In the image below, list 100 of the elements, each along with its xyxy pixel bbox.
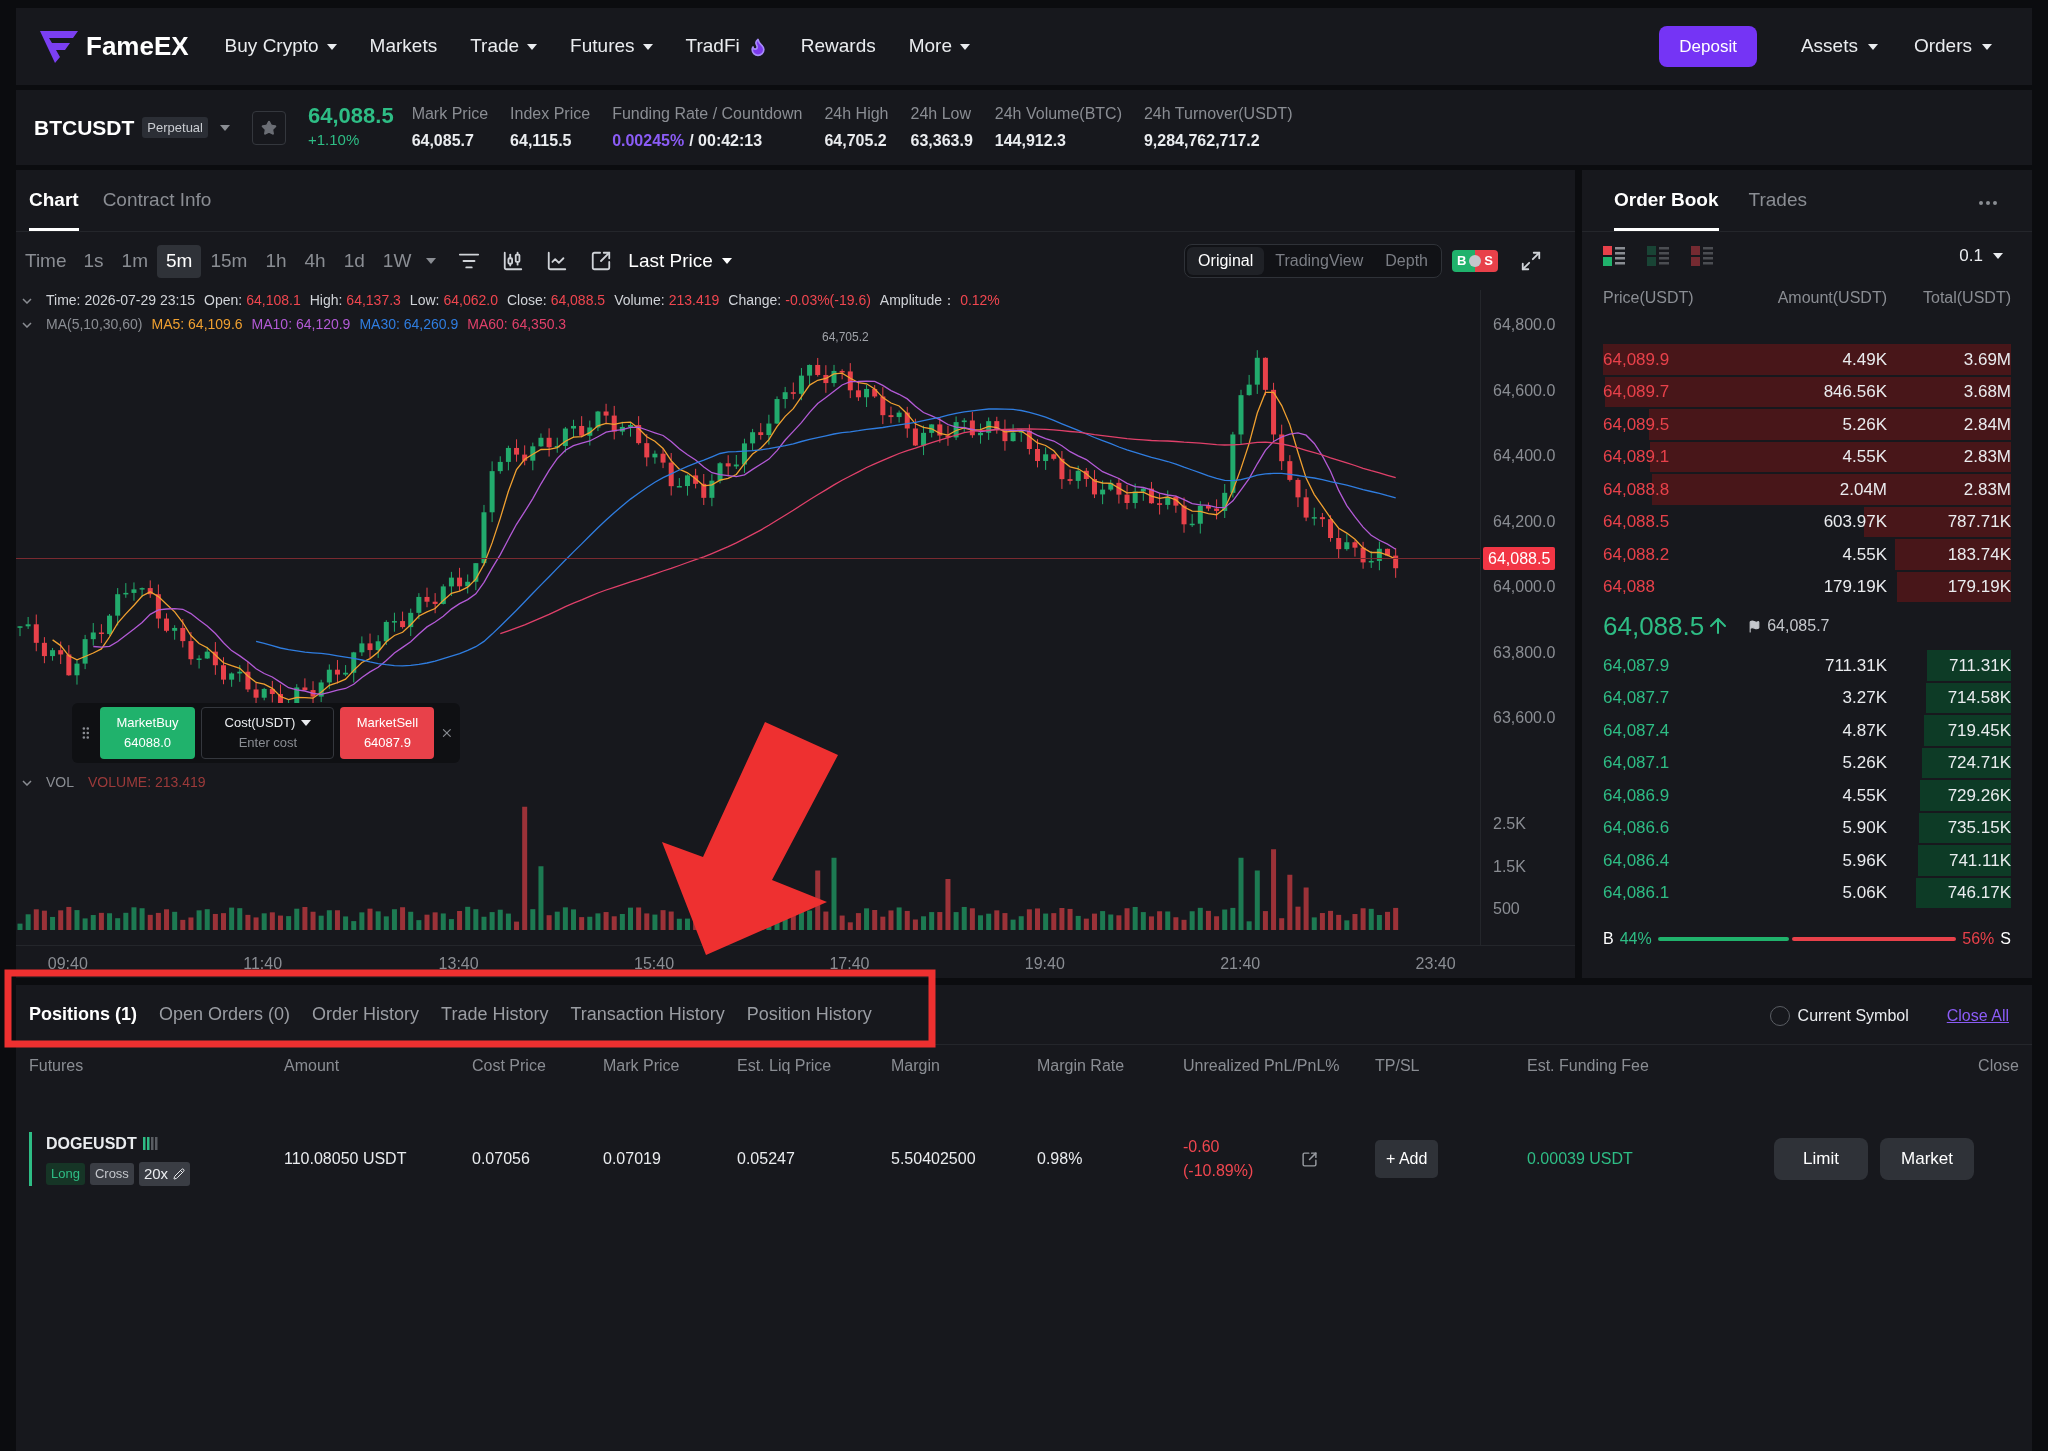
market-sell-button[interactable]: MarketSell 64087.9 <box>340 707 435 759</box>
candle-info-value: -0.03%(-19.6) <box>785 291 871 310</box>
interval-tab[interactable]: 1W <box>373 244 421 278</box>
ask-order-row[interactable]: 64,088 179.19K 179.19K <box>1603 570 2011 603</box>
ask-order-row[interactable]: 64,089.5 5.26K 2.84M <box>1603 408 2011 441</box>
order-price: 64,087.7 <box>1603 687 1671 709</box>
positions-tab[interactable]: Positions (1) <box>29 1001 137 1044</box>
nav-item[interactable]: Trade <box>470 32 538 61</box>
positions-tab[interactable]: Order History <box>312 1001 420 1044</box>
bid-order-row[interactable]: 64,086.9 4.55K 729.26K <box>1603 779 2011 812</box>
positions-tab[interactable]: Open Orders (0) <box>159 1001 291 1044</box>
price-type-select[interactable]: Last Price <box>628 246 732 276</box>
close-position-button[interactable]: Market <box>1880 1138 1974 1180</box>
ask-order-row[interactable]: 64,089.7 846.56K 3.68M <box>1603 375 2011 408</box>
bid-order-row[interactable]: 64,087.1 5.26K 724.71K <box>1603 746 2011 779</box>
order-price: 64,087.9 <box>1603 654 1671 677</box>
current-symbol-checkbox[interactable]: Current Symbol <box>1769 1004 1909 1028</box>
both-sides-layout-icon[interactable] <box>1603 245 1625 267</box>
bid-order-row[interactable]: 64,086.1 5.06K 746.17K <box>1603 876 2011 909</box>
chart-tab[interactable]: Contract Info <box>102 185 212 231</box>
ask-order-row[interactable]: 64,089.9 4.49K 3.69M <box>1603 343 2011 376</box>
table-cell-text: 0.98% <box>1037 1149 1084 1169</box>
nav-item[interactable]: Assets <box>1800 32 1878 61</box>
stat-label: 24h High <box>824 104 889 124</box>
view-tab[interactable]: Depth <box>1374 247 1439 275</box>
ma-value: MA10: 64,120.9 <box>251 315 351 334</box>
interval-tab[interactable]: 1s <box>74 244 113 278</box>
nav-item[interactable]: Orders <box>1913 32 1992 61</box>
positions-tab[interactable]: Transaction History <box>570 1001 725 1044</box>
bid-order-row[interactable]: 64,087.4 4.87K 719.45K <box>1603 714 2011 747</box>
positions-tab[interactable]: Position History <box>746 1001 872 1044</box>
bid-order-row[interactable]: 64,086.4 5.96K 741.11K <box>1603 844 2011 877</box>
order-amount: 5.26K <box>1841 752 1887 774</box>
line-chart-icon[interactable] <box>546 250 569 272</box>
leverage-button[interactable]: 20x <box>138 1161 191 1187</box>
stat-label: 24h Low <box>910 104 972 124</box>
column-header: Est. Liq Price <box>737 1056 833 1076</box>
nav-item[interactable]: Buy Crypto <box>224 32 337 61</box>
close-icon[interactable] <box>440 726 454 740</box>
order-amount: 603.97K <box>1822 511 1887 533</box>
nav-item[interactable]: Rewards <box>800 32 876 61</box>
collapse-icon[interactable] <box>22 297 32 304</box>
bid-order-row[interactable]: 64,087.7 3.27K 714.58K <box>1603 681 2011 714</box>
order-total: 3.69M <box>1963 348 2011 371</box>
interval-tab[interactable]: 1d <box>334 244 374 278</box>
nav-item[interactable]: Markets <box>369 32 438 61</box>
chart-tab[interactable]: Chart <box>29 185 79 231</box>
bid-order-row[interactable]: 64,087.9 711.31K 711.31K <box>1603 649 2011 682</box>
logo-text: FameEX <box>86 30 189 63</box>
cost-input[interactable]: Enter cost <box>207 733 328 753</box>
position-symbol: DOGEUSDT <box>46 1133 137 1154</box>
interval-tab[interactable]: 1m <box>112 244 157 278</box>
interval-tab[interactable]: 5m <box>157 244 202 278</box>
column-header: Amount(USDT) <box>1776 288 1887 308</box>
deposit-button[interactable]: Deposit <box>1659 26 1757 67</box>
interval-tab[interactable]: 1h <box>256 244 296 278</box>
star-icon <box>261 119 277 136</box>
stat-label: Index Price <box>510 104 591 124</box>
order-amount: 846.56K <box>1822 381 1887 403</box>
precision-select[interactable]: 0.1 <box>1959 243 2003 269</box>
add-tp-sl-button[interactable]: + Add <box>1375 1140 1439 1178</box>
cost-type-select[interactable]: Cost(USDT) <box>224 713 312 733</box>
mark-price: 64,085.7 <box>1767 616 1830 636</box>
view-tab[interactable]: Original <box>1187 247 1265 275</box>
time-axis-label: 17:40 <box>829 954 870 974</box>
nav-item[interactable]: Futures <box>570 32 653 61</box>
ask-order-row[interactable]: 64,088.8 2.04M 2.83M <box>1603 473 2011 506</box>
nav-item[interactable]: TradFi <box>685 32 768 61</box>
favorite-button[interactable] <box>252 110 286 145</box>
caret-icon <box>1982 43 1992 50</box>
ask-order-row[interactable]: 64,088.5 603.97K 787.71K <box>1603 505 2011 538</box>
order-price: 64,089.7 <box>1603 381 1671 403</box>
candlestick-icon[interactable] <box>502 250 525 272</box>
order-book-tab[interactable]: Trades <box>1748 185 1807 231</box>
interval-tab[interactable]: 4h <box>295 244 335 278</box>
collapse-icon[interactable] <box>22 779 32 786</box>
share-icon[interactable] <box>590 250 613 272</box>
cost-field[interactable]: Cost(USDT) Enter cost <box>201 707 335 759</box>
order-amount: 4.55K <box>1841 446 1887 468</box>
interval-tab[interactable]: 15m <box>201 244 257 278</box>
nav-item[interactable]: More <box>908 32 970 61</box>
close-all-link[interactable]: Close All <box>1946 1004 2009 1028</box>
ask-order-row[interactable]: 64,089.1 4.55K 2.83M <box>1603 440 2011 473</box>
positions-tab[interactable]: Trade History <box>441 1001 549 1044</box>
collapse-icon[interactable] <box>22 321 32 328</box>
ma-value: MA30: 64,260.9 <box>359 315 459 334</box>
order-amount: 5.90K <box>1841 817 1887 839</box>
ask-order-row[interactable]: 64,088.2 4.55K 183.74K <box>1603 538 2011 571</box>
order-total: 724.71K <box>1947 752 2011 774</box>
share-icon[interactable] <box>1301 1150 1319 1168</box>
logo-icon <box>40 30 78 63</box>
candle-info-value: 213.419 <box>668 291 720 310</box>
order-amount: 4.55K <box>1841 543 1887 566</box>
bid-order-row[interactable]: 64,086.6 5.90K 735.15K <box>1603 811 2011 844</box>
close-position-button[interactable]: Limit <box>1774 1138 1868 1180</box>
view-tab[interactable]: TradingView <box>1264 247 1375 275</box>
fullscreen-icon[interactable] <box>1520 250 1542 272</box>
mid-price: 64,088.5 <box>1603 609 1705 643</box>
order-book-tab[interactable]: Order Book <box>1614 185 1719 231</box>
order-total: 787.71K <box>1947 511 2011 533</box>
